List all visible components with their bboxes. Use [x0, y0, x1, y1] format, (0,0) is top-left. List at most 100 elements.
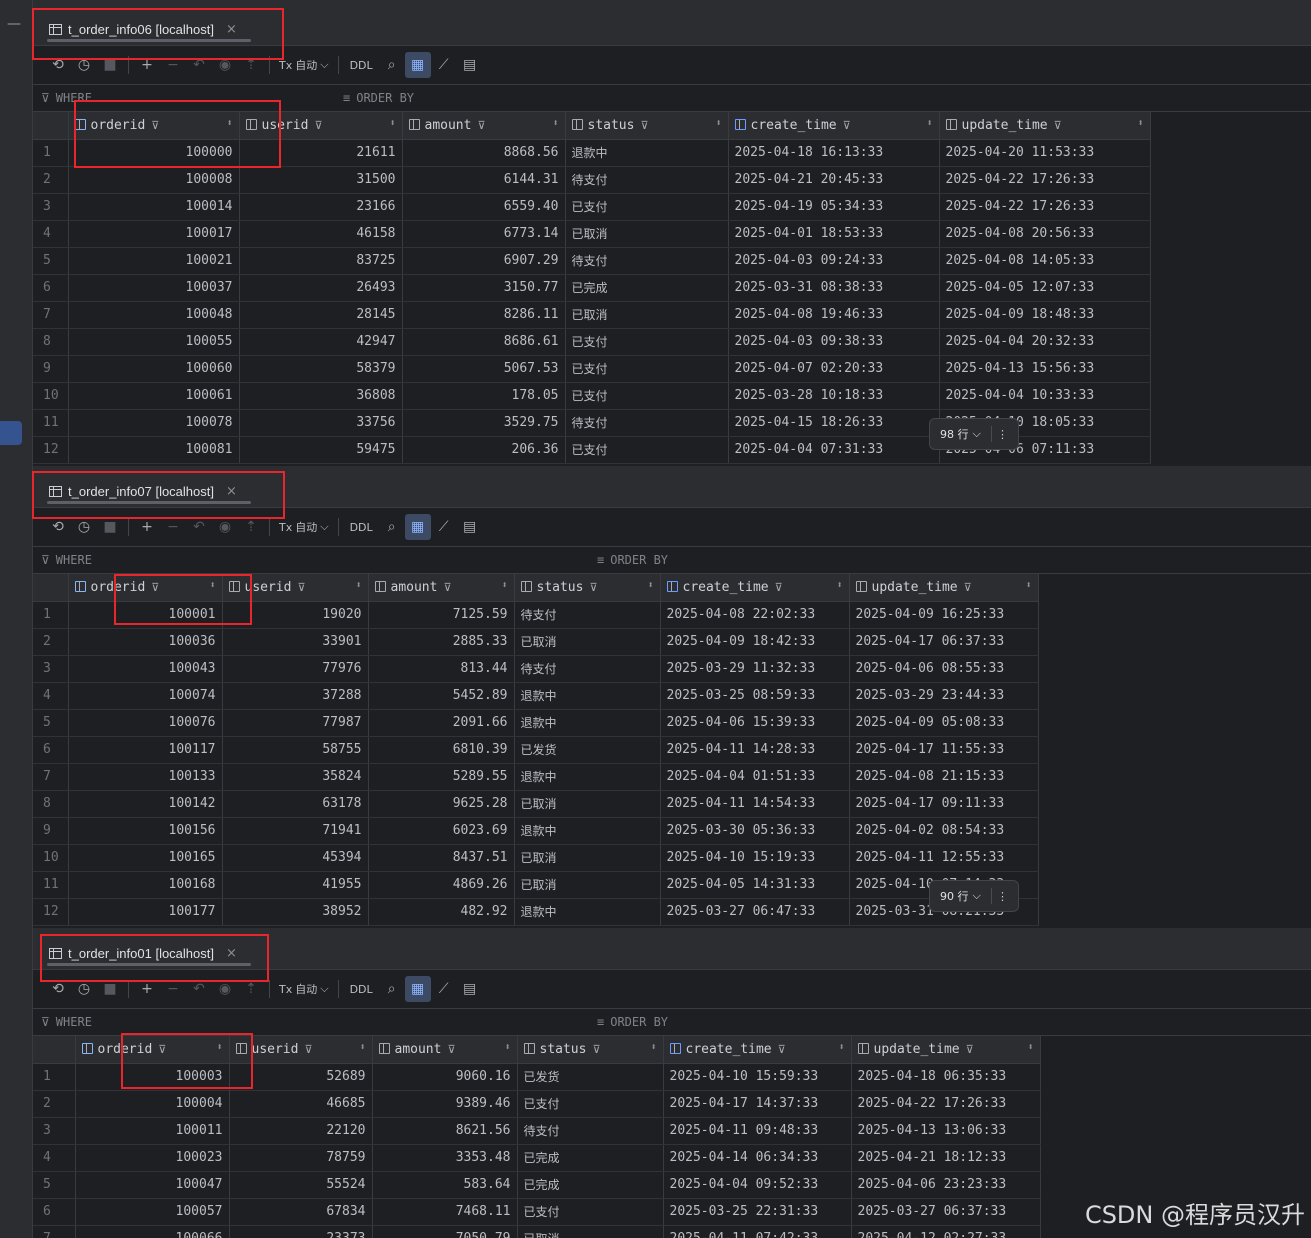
cell-update-time[interactable]: 2025-04-09 16:25:33	[849, 601, 1039, 629]
sort-icon[interactable]: ⬍	[1027, 1042, 1033, 1053]
cell-userid[interactable]: 55524	[229, 1171, 373, 1199]
tab-t-order-info01[interactable]: t_order_info01 [localhost] ×	[43, 936, 251, 966]
table-row[interactable]: 7 100048 28145 8286.11 已取消 2025-04-08 19:46:3…	[33, 301, 1151, 329]
cell-amount[interactable]: 178.05	[402, 382, 566, 410]
table-row[interactable]: 3 100011 22120 8621.56 待支付 2025-04-11 09:48:3…	[33, 1117, 1041, 1145]
cell-update-time[interactable]: 2025-04-12 02:27:33	[851, 1225, 1041, 1238]
column-header-update-time[interactable]: update_time ⊽ ⬍	[851, 1036, 1041, 1064]
cell-create-time[interactable]: 2025-03-28 10:18:33	[728, 382, 940, 410]
cell-userid[interactable]: 42947	[239, 328, 403, 356]
column-header-create-time[interactable]: create_time ⊽ ⬍	[660, 574, 850, 602]
cell-amount[interactable]: 583.64	[372, 1171, 518, 1199]
table-view-icon[interactable]: ▦	[404, 52, 431, 78]
filter-icon[interactable]: ⊽	[151, 119, 159, 132]
cell-amount[interactable]: 6810.39	[368, 736, 515, 764]
cell-amount[interactable]: 6907.29	[402, 247, 566, 275]
cell-amount[interactable]: 8686.61	[402, 328, 566, 356]
sort-icon[interactable]: ⬍	[359, 1042, 365, 1053]
filter-icon[interactable]: ⊽	[447, 1043, 455, 1056]
table-row[interactable]: 3 100014 23166 6559.40 已支付 2025-04-19 05:34:3…	[33, 193, 1151, 221]
table-row[interactable]: 8 100055 42947 8686.61 已支付 2025-04-03 09:38:3…	[33, 328, 1151, 356]
cell-userid[interactable]: 37288	[222, 682, 369, 710]
export-icon[interactable]: ▤	[457, 514, 483, 540]
cell-create-time[interactable]: 2025-04-11 09:48:33	[663, 1117, 852, 1145]
cell-amount[interactable]: 6773.14	[402, 220, 566, 248]
preview-icon[interactable]: ◉	[212, 52, 238, 78]
preview-icon[interactable]: ◉	[212, 976, 238, 1002]
sort-icon[interactable]: ⬍	[1137, 118, 1143, 129]
cell-create-time[interactable]: 2025-03-25 08:59:33	[660, 682, 850, 710]
ddl-button[interactable]: DDL	[344, 59, 379, 72]
cell-orderid[interactable]: 100011	[75, 1117, 230, 1145]
column-header-userid[interactable]: userid ⊽ ⬍	[229, 1036, 373, 1064]
filter-icon[interactable]: ⊽	[964, 581, 972, 594]
cell-userid[interactable]: 35824	[222, 763, 369, 791]
sort-icon[interactable]: ⬍	[501, 580, 507, 591]
cell-status[interactable]: 已完成	[517, 1171, 664, 1199]
cell-amount[interactable]: 7125.59	[368, 601, 515, 629]
cell-amount[interactable]: 482.92	[368, 898, 515, 926]
cell-userid[interactable]: 38952	[222, 898, 369, 926]
cell-userid[interactable]: 46158	[239, 220, 403, 248]
cell-status[interactable]: 退款中	[565, 139, 729, 167]
cell-userid[interactable]: 36808	[239, 382, 403, 410]
close-icon[interactable]: ×	[226, 22, 237, 37]
cell-userid[interactable]: 31500	[239, 166, 403, 194]
cell-amount[interactable]: 9625.28	[368, 790, 515, 818]
order-by-filter[interactable]: ≡ ORDER BY	[597, 553, 668, 567]
cell-update-time[interactable]: 2025-04-21 18:12:33	[851, 1144, 1041, 1172]
column-header-create-time[interactable]: create_time ⊽ ⬍	[728, 112, 940, 140]
cell-amount[interactable]: 8621.56	[372, 1117, 518, 1145]
cell-update-time[interactable]: 2025-04-13 13:06:33	[851, 1117, 1041, 1145]
cell-create-time[interactable]: 2025-04-11 14:28:33	[660, 736, 850, 764]
table-row[interactable]: 6 100117 58755 6810.39 已发货 2025-04-11 14:28:3…	[33, 736, 1039, 764]
cell-amount[interactable]: 7050.79	[372, 1225, 518, 1238]
cell-userid[interactable]: 26493	[239, 274, 403, 302]
sort-icon[interactable]: ⬍	[504, 1042, 510, 1053]
more-options-icon[interactable]: ⋮	[997, 428, 1008, 441]
ddl-button[interactable]: DDL	[344, 983, 379, 996]
cell-userid[interactable]: 33756	[239, 409, 403, 437]
cell-userid[interactable]: 23166	[239, 193, 403, 221]
filter-icon[interactable]: ⊽	[158, 1043, 166, 1056]
sort-icon[interactable]: ⬍	[650, 1042, 656, 1053]
cell-userid[interactable]: 71941	[222, 817, 369, 845]
column-header-userid[interactable]: userid ⊽ ⬍	[239, 112, 403, 140]
filter-icon[interactable]: ⊽	[297, 581, 305, 594]
column-header-status[interactable]: status ⊽ ⬍	[517, 1036, 664, 1064]
cell-status[interactable]: 已发货	[517, 1063, 664, 1091]
cell-status[interactable]: 已取消	[514, 871, 661, 899]
filter-icon[interactable]: ⊽	[151, 581, 159, 594]
cell-orderid[interactable]: 100023	[75, 1144, 230, 1172]
cell-amount[interactable]: 6023.69	[368, 817, 515, 845]
cell-update-time[interactable]: 2025-04-20 11:53:33	[939, 139, 1151, 167]
cell-status[interactable]: 已取消	[565, 301, 729, 329]
sort-icon[interactable]: ⬍	[838, 1042, 844, 1053]
cell-status[interactable]: 已支付	[565, 355, 729, 383]
cell-update-time[interactable]: 2025-04-13 15:56:33	[939, 355, 1151, 383]
cell-status[interactable]: 已取消	[565, 220, 729, 248]
cell-status[interactable]: 待支付	[565, 247, 729, 275]
cell-update-time[interactable]: 2025-04-08 14:05:33	[939, 247, 1151, 275]
table-row[interactable]: 2 100008 31500 6144.31 待支付 2025-04-21 20:45:3…	[33, 166, 1151, 194]
filter-icon[interactable]: ⊽	[589, 581, 597, 594]
cell-create-time[interactable]: 2025-04-09 18:42:33	[660, 628, 850, 656]
cell-update-time[interactable]: 2025-04-04 10:33:33	[939, 382, 1151, 410]
table-row[interactable]: 12 100177 38952 482.92 退款中 2025-03-27 06:47:3…	[33, 898, 1039, 926]
cell-create-time[interactable]: 2025-03-25 22:31:33	[663, 1198, 852, 1226]
cell-create-time[interactable]: 2025-04-01 18:53:33	[728, 220, 940, 248]
cell-update-time[interactable]: 2025-03-29 23:44:33	[849, 682, 1039, 710]
cell-amount[interactable]: 5067.53	[402, 355, 566, 383]
table-row[interactable]: 7 100133 35824 5289.55 退款中 2025-04-04 01:51:3…	[33, 763, 1039, 791]
sort-icon[interactable]: ⬍	[389, 118, 395, 129]
cell-amount[interactable]: 9060.16	[372, 1063, 518, 1091]
table-row[interactable]: 2 100004 46685 9389.46 已支付 2025-04-17 14:37:3…	[33, 1090, 1041, 1118]
column-header-orderid[interactable]: orderid ⊽ ⬍	[68, 574, 223, 602]
row-count-popup[interactable]: 90 行 ⌵ ⋮	[929, 880, 1019, 912]
where-filter[interactable]: ⊽ WHERE	[41, 1015, 92, 1029]
cell-update-time[interactable]: 2025-04-06 08:55:33	[849, 655, 1039, 683]
cell-orderid[interactable]: 100142	[68, 790, 223, 818]
filter-icon[interactable]: ⊽	[1054, 119, 1062, 132]
cell-orderid[interactable]: 100003	[75, 1063, 230, 1091]
revert-icon[interactable]: ↶	[186, 514, 212, 540]
